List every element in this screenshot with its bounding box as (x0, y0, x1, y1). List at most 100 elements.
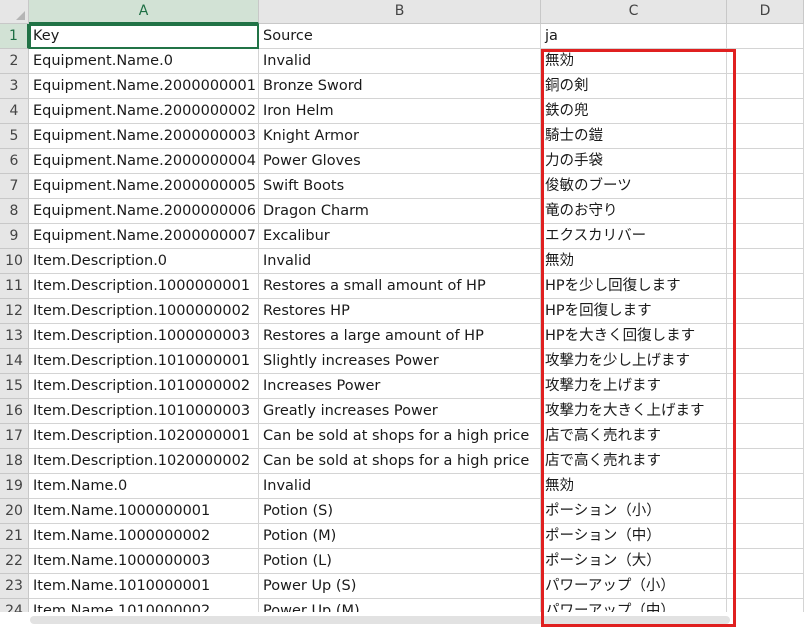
cell-key[interactable]: Equipment.Name.2000000002 (29, 99, 259, 124)
cell-source[interactable]: Swift Boots (259, 174, 541, 199)
cell-ja[interactable]: ja (541, 24, 727, 49)
cell-key[interactable]: Item.Name.0 (29, 474, 259, 499)
cell-source[interactable]: Invalid (259, 249, 541, 274)
cell-empty[interactable] (727, 524, 804, 549)
row-header[interactable]: 20 (0, 499, 29, 524)
cell-empty[interactable] (727, 449, 804, 474)
cell-source[interactable]: Restores a large amount of HP (259, 324, 541, 349)
cell-ja[interactable]: パワーアップ（小） (541, 574, 727, 599)
cell-ja[interactable]: 店で高く売れます (541, 424, 727, 449)
horizontal-scrollbar[interactable] (0, 612, 804, 629)
cell-empty[interactable] (727, 224, 804, 249)
cell-key[interactable]: Item.Description.1010000002 (29, 374, 259, 399)
cell-ja[interactable]: ポーション（大） (541, 549, 727, 574)
cell-key[interactable]: Item.Description.1000000003 (29, 324, 259, 349)
cell-empty[interactable] (727, 124, 804, 149)
cell-key[interactable]: Item.Description.1020000002 (29, 449, 259, 474)
row-header[interactable]: 12 (0, 299, 29, 324)
column-header-d[interactable]: D (727, 0, 804, 24)
row-header[interactable]: 23 (0, 574, 29, 599)
cell-empty[interactable] (727, 349, 804, 374)
column-header-c[interactable]: C (541, 0, 727, 24)
cell-key[interactable]: Equipment.Name.2000000006 (29, 199, 259, 224)
row-header[interactable]: 5 (0, 124, 29, 149)
row-header[interactable]: 21 (0, 524, 29, 549)
select-all-corner[interactable] (0, 0, 29, 24)
row-header[interactable]: 15 (0, 374, 29, 399)
cell-source[interactable]: Restores a small amount of HP (259, 274, 541, 299)
cell-empty[interactable] (727, 424, 804, 449)
cell-key[interactable]: Item.Description.1010000003 (29, 399, 259, 424)
cell-ja[interactable]: HPを回復します (541, 299, 727, 324)
cell-key[interactable]: Equipment.Name.0 (29, 49, 259, 74)
cell-ja[interactable]: 攻撃力を上げます (541, 374, 727, 399)
cell-key[interactable]: Equipment.Name.2000000003 (29, 124, 259, 149)
cell-ja[interactable]: エクスカリバー (541, 224, 727, 249)
row-header[interactable]: 11 (0, 274, 29, 299)
cell-key[interactable]: Item.Name.1000000003 (29, 549, 259, 574)
column-header-b[interactable]: B (259, 0, 541, 24)
spreadsheet-grid[interactable]: ABCD 1 Key Source ja 2 Equipment.Name.0 Invali… (0, 0, 804, 629)
cell-ja[interactable]: 竜のお守り (541, 199, 727, 224)
cell-ja[interactable]: 無効 (541, 249, 727, 274)
cell-empty[interactable] (727, 274, 804, 299)
cell-ja[interactable]: HPを大きく回復します (541, 324, 727, 349)
row-header[interactable]: 8 (0, 199, 29, 224)
cell-source[interactable]: Can be sold at shops for a high price (259, 449, 541, 474)
cell-source[interactable]: Excalibur (259, 224, 541, 249)
cell-empty[interactable] (727, 49, 804, 74)
row-header[interactable]: 22 (0, 549, 29, 574)
cell-empty[interactable] (727, 24, 804, 49)
row-header[interactable]: 9 (0, 224, 29, 249)
cell-key[interactable]: Key (29, 24, 259, 49)
cell-key[interactable]: Item.Description.1000000002 (29, 299, 259, 324)
cell-source[interactable]: Greatly increases Power (259, 399, 541, 424)
cell-ja[interactable]: 無効 (541, 49, 727, 74)
row-header[interactable]: 17 (0, 424, 29, 449)
cell-ja[interactable]: 銅の剣 (541, 74, 727, 99)
cell-empty[interactable] (727, 399, 804, 424)
cell-empty[interactable] (727, 199, 804, 224)
row-header[interactable]: 19 (0, 474, 29, 499)
cell-key[interactable]: Equipment.Name.2000000004 (29, 149, 259, 174)
cell-ja[interactable]: 鉄の兜 (541, 99, 727, 124)
cell-key[interactable]: Item.Description.0 (29, 249, 259, 274)
cell-empty[interactable] (727, 574, 804, 599)
cell-source[interactable]: Knight Armor (259, 124, 541, 149)
cell-key[interactable]: Item.Name.1000000001 (29, 499, 259, 524)
cell-key[interactable]: Item.Name.1010000001 (29, 574, 259, 599)
cell-key[interactable]: Item.Description.1010000001 (29, 349, 259, 374)
cell-ja[interactable]: 攻撃力を大きく上げます (541, 399, 727, 424)
scrollbar-thumb[interactable] (30, 616, 730, 624)
row-header[interactable]: 4 (0, 99, 29, 124)
cell-ja[interactable]: 店で高く売れます (541, 449, 727, 474)
row-header[interactable]: 2 (0, 49, 29, 74)
cell-ja[interactable]: 無効 (541, 474, 727, 499)
cell-ja[interactable]: 俊敏のブーツ (541, 174, 727, 199)
cell-source[interactable]: Dragon Charm (259, 199, 541, 224)
row-header[interactable]: 13 (0, 324, 29, 349)
cell-ja[interactable]: 攻撃力を少し上げます (541, 349, 727, 374)
cell-empty[interactable] (727, 74, 804, 99)
cell-empty[interactable] (727, 374, 804, 399)
cell-ja[interactable]: 騎士の鎧 (541, 124, 727, 149)
row-header[interactable]: 16 (0, 399, 29, 424)
cell-source[interactable]: Power Up (S) (259, 574, 541, 599)
cell-source[interactable]: Iron Helm (259, 99, 541, 124)
cell-key[interactable]: Equipment.Name.2000000001 (29, 74, 259, 99)
cell-source[interactable]: Source (259, 24, 541, 49)
cell-empty[interactable] (727, 149, 804, 174)
cell-key[interactable]: Item.Name.1000000002 (29, 524, 259, 549)
cell-source[interactable]: Slightly increases Power (259, 349, 541, 374)
cell-source[interactable]: Can be sold at shops for a high price (259, 424, 541, 449)
cell-source[interactable]: Invalid (259, 474, 541, 499)
row-header[interactable]: 18 (0, 449, 29, 474)
cell-source[interactable]: Increases Power (259, 374, 541, 399)
cell-source[interactable]: Restores HP (259, 299, 541, 324)
cell-empty[interactable] (727, 499, 804, 524)
cell-ja[interactable]: HPを少し回復します (541, 274, 727, 299)
cell-source[interactable]: Potion (M) (259, 524, 541, 549)
cell-key[interactable]: Item.Description.1020000001 (29, 424, 259, 449)
cell-source[interactable]: Potion (L) (259, 549, 541, 574)
row-header[interactable]: 10 (0, 249, 29, 274)
